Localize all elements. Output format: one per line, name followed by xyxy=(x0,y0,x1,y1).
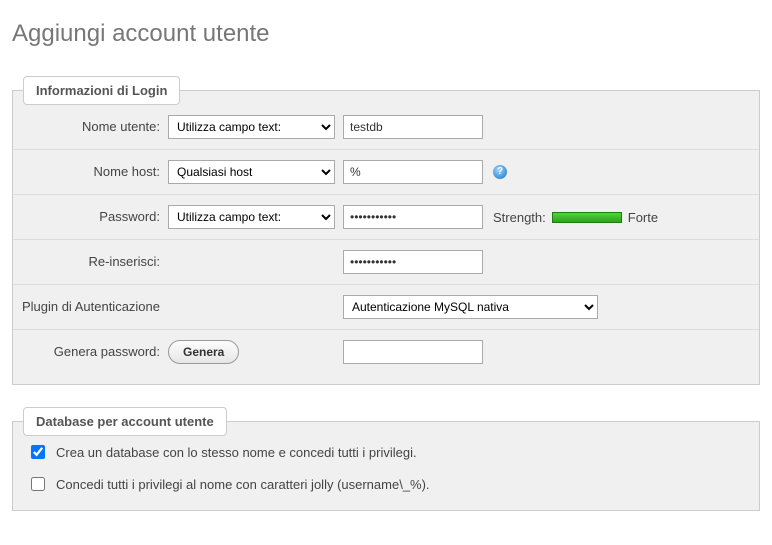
strength-label: Strength: xyxy=(493,210,546,225)
auth-plugin-select[interactable]: Autenticazione MySQL nativa xyxy=(343,295,598,319)
database-fieldset: Database per account utente Crea un data… xyxy=(12,407,760,511)
host-label: Nome host: xyxy=(13,164,168,181)
row-generate: Genera password: Genera xyxy=(13,330,759,374)
db-option-1: Crea un database con lo stesso nome e co… xyxy=(13,436,759,468)
database-legend: Database per account utente xyxy=(23,407,227,436)
row-retype: Re-inserisci: xyxy=(13,240,759,285)
db-option-2-checkbox[interactable] xyxy=(31,477,45,491)
retype-label: Re-inserisci: xyxy=(13,254,168,271)
password-label: Password: xyxy=(13,209,168,226)
row-host: Nome host: Qualsiasi host ? xyxy=(13,150,759,195)
help-icon[interactable]: ? xyxy=(493,165,507,179)
page-title: Aggiungi account utente xyxy=(12,20,760,48)
retype-input[interactable] xyxy=(343,250,483,274)
username-mode-select[interactable]: Utilizza campo text: xyxy=(168,115,335,139)
row-username: Nome utente: Utilizza campo text: xyxy=(13,105,759,150)
generate-output-input[interactable] xyxy=(343,340,483,364)
db-option-2: Concedi tutti i privilegi al nome con ca… xyxy=(13,468,759,500)
username-input[interactable] xyxy=(343,115,483,139)
row-password: Password: Utilizza campo text: Strength:… xyxy=(13,195,759,240)
db-option-1-checkbox[interactable] xyxy=(31,445,45,459)
generate-label: Genera password: xyxy=(13,344,168,361)
password-mode-select[interactable]: Utilizza campo text: xyxy=(168,205,335,229)
db-option-2-label: Concedi tutti i privilegi al nome con ca… xyxy=(56,477,430,492)
strength-bar xyxy=(552,212,622,223)
host-input[interactable] xyxy=(343,160,483,184)
db-option-1-label: Crea un database con lo stesso nome e co… xyxy=(56,445,417,460)
generate-button[interactable]: Genera xyxy=(168,340,239,364)
strength-text: Forte xyxy=(628,210,658,225)
password-input[interactable] xyxy=(343,205,483,229)
host-mode-select[interactable]: Qualsiasi host xyxy=(168,160,335,184)
username-label: Nome utente: xyxy=(13,119,168,136)
login-info-legend: Informazioni di Login xyxy=(23,76,180,105)
auth-plugin-label: Plugin di Autenticazione xyxy=(13,299,168,316)
login-info-fieldset: Informazioni di Login Nome utente: Utili… xyxy=(12,76,760,385)
row-auth-plugin: Plugin di Autenticazione Autenticazione … xyxy=(13,285,759,330)
